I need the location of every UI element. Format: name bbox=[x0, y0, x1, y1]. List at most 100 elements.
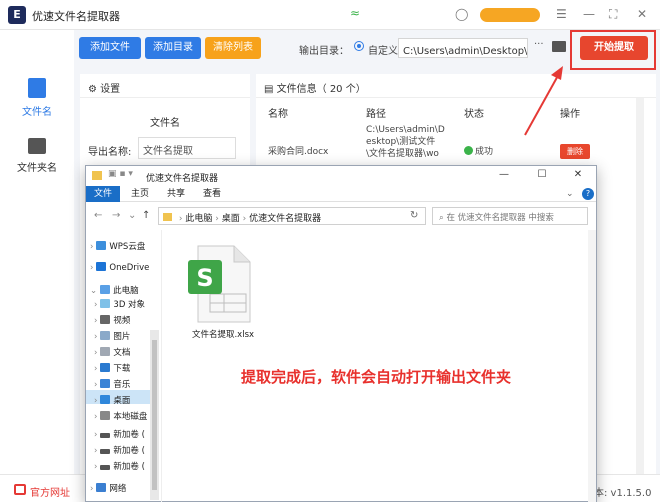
row-path-line: esktop\测试文件 bbox=[366, 137, 436, 147]
add-directory-button[interactable]: 添加目录 bbox=[145, 37, 201, 59]
spreadsheet-badge: S bbox=[196, 264, 213, 292]
tree-item-label: 本地磁盘 bbox=[113, 412, 148, 422]
drive-icon bbox=[100, 465, 111, 470]
tree-item-label: 新加卷 ( bbox=[113, 462, 145, 472]
tree-item[interactable]: › 新加卷 ( bbox=[94, 444, 145, 456]
breadcrumb-item[interactable]: 优速文件名提取器 bbox=[249, 214, 321, 224]
drive-icon bbox=[100, 433, 111, 438]
file-info-header: ▤ 文件信息（ 20 个） bbox=[256, 74, 656, 98]
tree-item[interactable]: › 视频 bbox=[94, 314, 130, 326]
custom-radio[interactable] bbox=[354, 41, 364, 51]
explorer-window: ▣ ▪ ▾ 优速文件名提取器 — ☐ ✕ 文件 主页 共享 查看 ⌄ ? ← →… bbox=[85, 165, 597, 502]
tree-item[interactable]: › 图片 bbox=[94, 330, 130, 342]
tab-share[interactable]: 共享 bbox=[162, 186, 190, 202]
close-icon[interactable]: ✕ bbox=[564, 169, 592, 183]
row-status: 成功 bbox=[464, 146, 493, 158]
forward-icon[interactable]: → bbox=[112, 210, 120, 221]
network-icon bbox=[96, 483, 107, 492]
home-icon[interactable] bbox=[14, 484, 26, 495]
tree-item[interactable]: › 桌面 bbox=[94, 394, 130, 406]
help-icon[interactable]: ? bbox=[582, 188, 594, 200]
3d-objects-icon bbox=[100, 299, 111, 308]
user-icon[interactable]: ◯ bbox=[455, 7, 468, 21]
sidebar-item-label: 文件夹名 bbox=[17, 163, 57, 174]
tree-item-label: 音乐 bbox=[113, 380, 131, 390]
explorer-scrollbar[interactable] bbox=[588, 230, 596, 502]
up-icon[interactable]: ↑ bbox=[142, 210, 150, 221]
add-file-button[interactable]: 添加文件 bbox=[79, 37, 141, 59]
start-extract-button[interactable]: 开始提取 bbox=[580, 36, 648, 60]
maximize-icon[interactable]: ⛶ bbox=[609, 7, 617, 22]
tree-item-label: 图片 bbox=[113, 332, 131, 342]
maximize-icon[interactable]: ☐ bbox=[528, 169, 556, 183]
sidebar: 文件名 文件夹名 bbox=[0, 30, 74, 474]
tree-scrollbar-thumb[interactable] bbox=[152, 340, 157, 490]
breadcrumb-item[interactable]: 此电脑 bbox=[185, 214, 212, 224]
file-name[interactable]: 文件名提取.xlsx bbox=[182, 328, 264, 340]
minimize-icon[interactable]: — bbox=[583, 7, 595, 21]
promo-badge[interactable] bbox=[480, 8, 540, 22]
spreadsheet-icon[interactable]: S bbox=[186, 244, 252, 324]
tree-item-label: 网络 bbox=[109, 484, 127, 494]
address-row: ← → ⌄ ↑ › 此电脑 › 桌面 › 优速文件名提取器 ↻ ⌕ 在 优速文件… bbox=[86, 203, 596, 229]
sidebar-item-file[interactable]: 文件名 bbox=[0, 78, 74, 118]
sync-icon[interactable]: ≈ bbox=[350, 6, 360, 20]
address-bar[interactable]: › 此电脑 › 桌面 › 优速文件名提取器 bbox=[158, 207, 426, 225]
row-status-text: 成功 bbox=[475, 147, 494, 157]
tree-item-label: 新加卷 ( bbox=[113, 446, 145, 456]
tree-item[interactable]: › 文档 bbox=[94, 346, 130, 358]
tab-view[interactable]: 查看 bbox=[198, 186, 226, 202]
list-icon: ▤ bbox=[264, 84, 274, 95]
search-input[interactable]: ⌕ 在 优速文件名提取器 中搜索 bbox=[432, 207, 588, 225]
export-name-input[interactable]: 文件名提取 bbox=[138, 137, 236, 159]
back-icon[interactable]: ← bbox=[94, 210, 102, 221]
sidebar-item-folder[interactable]: 文件夹名 bbox=[0, 138, 74, 174]
navigation-tree: › WPS云盘 › OneDrive ⌄ 此电脑 › 3D 对象 › 视频 › 图片 › 文档… bbox=[86, 230, 162, 502]
tree-item[interactable]: › 本地磁盘 bbox=[94, 410, 147, 422]
folder-icon bbox=[28, 138, 46, 154]
row-name: 采购合同.docx bbox=[268, 147, 329, 157]
tree-item[interactable]: › WPS云盘 bbox=[90, 240, 145, 252]
tree-item[interactable]: › 新加卷 ( bbox=[94, 460, 145, 472]
row-path-line: \文件名提取器\wo bbox=[366, 149, 439, 159]
cloud-icon bbox=[96, 241, 107, 250]
close-icon[interactable]: ✕ bbox=[637, 7, 647, 21]
desktop-icon bbox=[100, 395, 111, 404]
quick-access-toolbar[interactable]: ▣ ▪ ▾ bbox=[108, 169, 133, 179]
file-icon bbox=[28, 78, 46, 98]
settings-title: 设置 bbox=[100, 84, 121, 95]
tree-item[interactable]: › OneDrive bbox=[90, 262, 149, 273]
sidebar-item-label: 文件名 bbox=[22, 107, 52, 118]
official-site-link[interactable]: 官方网址 bbox=[30, 484, 70, 499]
tree-item[interactable]: › 下载 bbox=[94, 362, 130, 374]
breadcrumb-item[interactable]: 桌面 bbox=[222, 214, 240, 224]
tab-file[interactable]: 文件 bbox=[86, 186, 120, 202]
computer-icon bbox=[100, 285, 111, 294]
tree-item[interactable]: › 网络 bbox=[90, 482, 126, 494]
tree-item[interactable]: › 新加卷 ( bbox=[94, 428, 145, 440]
menu-icon[interactable]: ☰ bbox=[556, 7, 567, 21]
file-list-scrollbar[interactable] bbox=[636, 98, 644, 474]
refresh-icon[interactable]: ↻ bbox=[410, 210, 418, 221]
disk-icon bbox=[100, 411, 111, 420]
tree-item-label: WPS云盘 bbox=[109, 242, 146, 252]
app-logo-icon: E bbox=[8, 6, 26, 24]
delete-button[interactable]: 删除 bbox=[560, 144, 590, 159]
tree-item[interactable]: › 音乐 bbox=[94, 378, 130, 390]
folder-icon bbox=[92, 171, 102, 180]
clear-list-button[interactable]: 清除列表 bbox=[205, 37, 261, 59]
open-folder-icon[interactable] bbox=[552, 41, 566, 52]
tab-home[interactable]: 主页 bbox=[126, 186, 154, 202]
tree-item[interactable]: ⌄ 此电脑 bbox=[90, 284, 139, 296]
custom-radio-label: 自定义 bbox=[368, 46, 398, 57]
browse-more-button[interactable]: ··· bbox=[534, 39, 544, 50]
minimize-icon[interactable]: — bbox=[490, 169, 518, 183]
tree-item-label: 桌面 bbox=[113, 396, 131, 406]
search-placeholder: 在 优速文件名提取器 中搜索 bbox=[446, 213, 554, 223]
tree-item-label: 3D 对象 bbox=[113, 300, 146, 310]
chevron-down-icon[interactable]: ⌄ bbox=[566, 189, 574, 199]
output-path-input[interactable]: C:\Users\admin\Desktop\优速 bbox=[398, 38, 528, 58]
chevron-down-icon[interactable]: ⌄ bbox=[128, 210, 136, 221]
tree-item-label: 此电脑 bbox=[113, 286, 139, 296]
tree-item[interactable]: › 3D 对象 bbox=[94, 298, 145, 310]
